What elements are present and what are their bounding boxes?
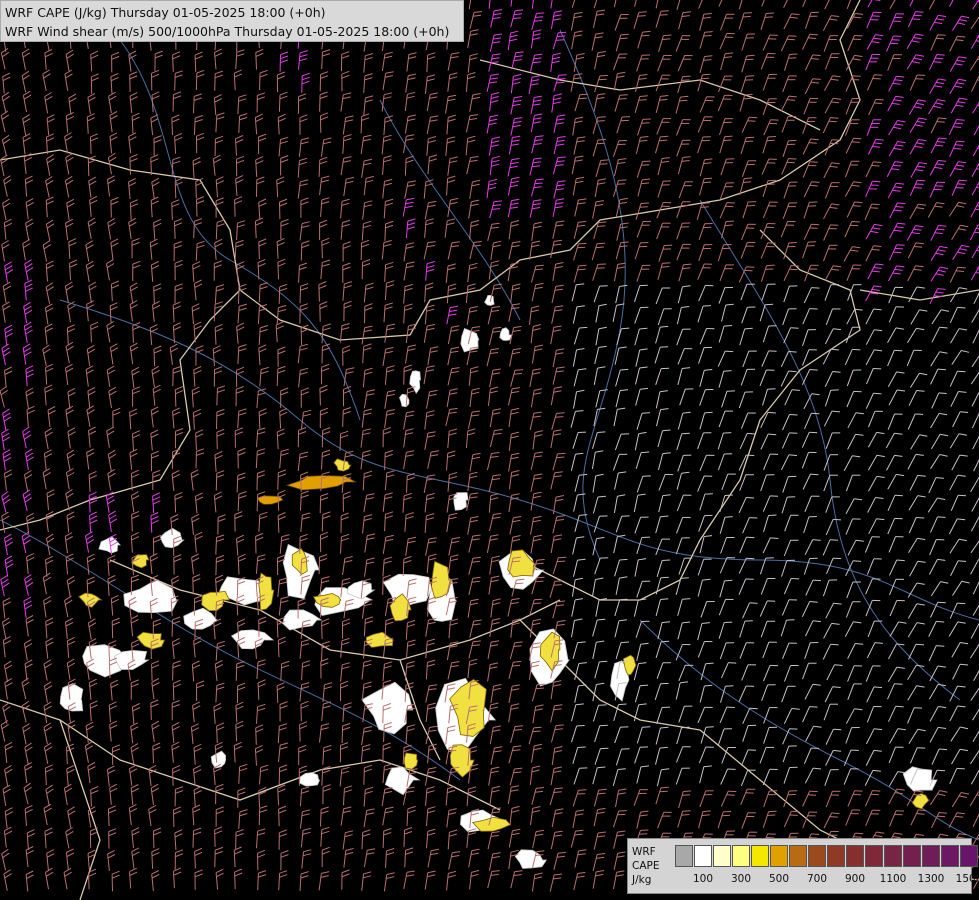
legend-swatch — [846, 845, 864, 867]
legend-swatch — [770, 845, 788, 867]
legend-swatch — [789, 845, 807, 867]
legend-swatch — [694, 845, 712, 867]
legend-tick: 700 — [806, 873, 828, 885]
legend-tick: 900 — [844, 873, 866, 885]
legend-label-field: CAPE — [632, 860, 660, 872]
map-title-cape: WRF CAPE (J/kg) Thursday 01-05-2025 18:0… — [5, 5, 326, 20]
legend-swatch — [941, 845, 959, 867]
legend-swatch — [922, 845, 940, 867]
map-title-shear: WRF Wind shear (m/s) 500/1000hPa Thursda… — [5, 24, 450, 39]
legend-swatch — [884, 845, 902, 867]
legend-tick: 500 — [768, 873, 790, 885]
map-background — [0, 0, 979, 900]
legend-swatch — [865, 845, 883, 867]
legend-tick: 1500 — [955, 873, 979, 885]
legend-swatch — [827, 845, 845, 867]
legend-tick-labels: 100 300 500 700 900 1100 1300 1500 — [675, 873, 979, 889]
legend-swatch — [903, 845, 921, 867]
legend-tick: 300 — [730, 873, 752, 885]
cape-legend: WRF CAPE J/kg 100 300 500 700 900 1100 1300 150… — [627, 838, 979, 894]
legend-swatch — [808, 845, 826, 867]
legend-tick: 100 — [692, 873, 714, 885]
map-title-box: WRF CAPE (J/kg) Thursday 01-05-2025 18:0… — [0, 0, 464, 42]
legend-labels: WRF CAPE J/kg — [632, 845, 672, 887]
legend-swatch — [713, 845, 731, 867]
legend-swatch — [751, 845, 769, 867]
legend-tick: 1100 — [879, 873, 907, 885]
legend-swatch — [675, 845, 693, 867]
legend-swatch — [732, 845, 750, 867]
cape-area — [59, 683, 84, 712]
legend-swatch — [960, 845, 978, 867]
legend-label-model: WRF — [632, 846, 656, 858]
legend-label-unit: J/kg — [632, 874, 652, 886]
legend-color-scale — [675, 845, 979, 867]
weather-map — [0, 0, 979, 900]
legend-tick: 1300 — [917, 873, 945, 885]
